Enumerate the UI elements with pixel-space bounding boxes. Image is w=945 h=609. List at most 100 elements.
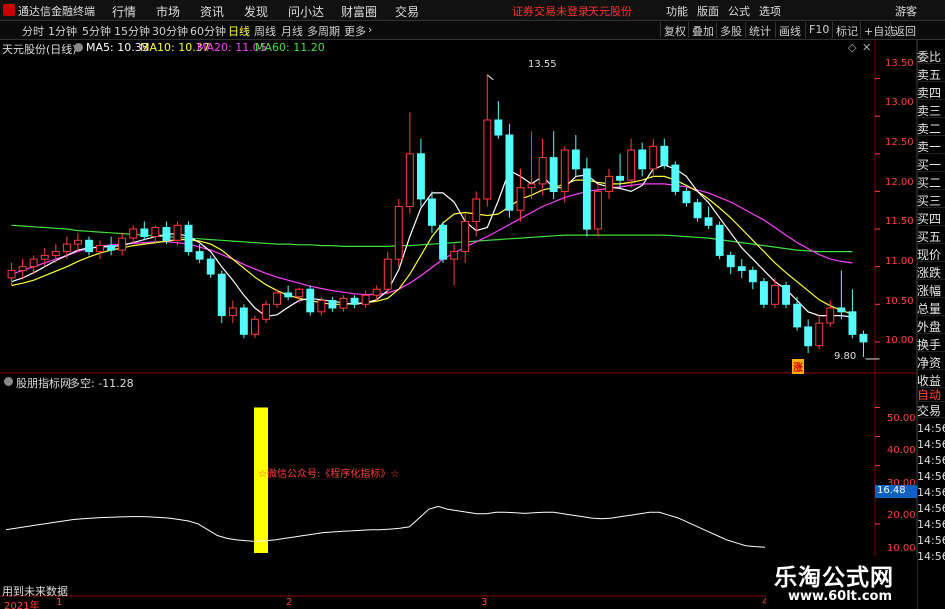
candle-down bbox=[184, 224, 193, 253]
f10-button[interactable]: F10 bbox=[805, 22, 832, 38]
indicator-tick: 40.00 bbox=[887, 445, 916, 456]
candle-up bbox=[483, 119, 492, 200]
ma10-line bbox=[11, 175, 853, 315]
candle-down bbox=[350, 297, 359, 305]
indicator-settings-icon[interactable] bbox=[4, 377, 13, 386]
candle-down bbox=[793, 303, 802, 328]
candle-up bbox=[173, 224, 182, 241]
quote-label-turnover: 换手 bbox=[917, 336, 945, 352]
close-panel-icon[interactable]: ✕ bbox=[862, 41, 871, 54]
candle-up bbox=[627, 149, 636, 181]
ma20-line bbox=[11, 183, 853, 296]
quote-label-ask4: 卖四 bbox=[917, 84, 945, 100]
candle-up bbox=[372, 288, 381, 296]
candle-down bbox=[239, 307, 248, 335]
period-30min[interactable]: 30分钟 bbox=[152, 23, 188, 39]
candle-down bbox=[715, 224, 724, 256]
menu-formula[interactable]: 公式 bbox=[728, 3, 750, 19]
indicator-yellow-bar bbox=[254, 407, 268, 553]
price-tick: 11.00 bbox=[885, 256, 914, 267]
menu-layout[interactable]: 版面 bbox=[697, 3, 719, 19]
watermark-main-text: 乐淘公式网 bbox=[774, 565, 894, 591]
menu-trade[interactable]: 交易 bbox=[395, 3, 419, 20]
candle-up bbox=[317, 300, 326, 313]
trade-label[interactable]: 交易 bbox=[917, 402, 945, 418]
period-daily[interactable]: 日线 bbox=[228, 23, 250, 39]
multi-stock-button[interactable]: 多股 bbox=[716, 22, 745, 38]
candle-up bbox=[560, 149, 569, 192]
candle-down bbox=[660, 145, 669, 166]
candle-down bbox=[682, 190, 691, 204]
draw-line-button[interactable]: 画线 bbox=[775, 22, 804, 38]
settings-diamond-icon[interactable]: ◇ bbox=[848, 41, 856, 54]
candle-down bbox=[748, 269, 757, 283]
candle-down bbox=[195, 251, 204, 260]
date-month-3: 3 bbox=[481, 597, 488, 608]
menu-function[interactable]: 功能 bbox=[666, 3, 688, 19]
candle-up bbox=[815, 322, 824, 347]
trade-time: 14:56 bbox=[917, 438, 945, 451]
period-monthly[interactable]: 月线 bbox=[281, 23, 303, 39]
ma-settings-icon[interactable] bbox=[74, 43, 83, 52]
candle-down bbox=[859, 333, 868, 343]
period-more[interactable]: 更多 bbox=[344, 23, 366, 39]
price-tick: 13.50 bbox=[885, 58, 914, 69]
period-5min[interactable]: 5分钟 bbox=[82, 23, 111, 39]
menu-quotes[interactable]: 行情 bbox=[112, 3, 136, 20]
candle-up bbox=[516, 187, 525, 211]
menu-news[interactable]: 资讯 bbox=[200, 3, 224, 20]
overlay-button[interactable]: 叠加 bbox=[688, 22, 717, 38]
guest-user[interactable]: 游客 bbox=[895, 3, 917, 19]
right-quote-panel: 委比 卖五 卖四 卖三 卖二 卖一 买一 买二 买三 买四 买五 现价 涨跌 涨… bbox=[917, 40, 945, 609]
candle-down bbox=[417, 153, 425, 200]
high-pointer bbox=[486, 74, 494, 81]
high-price-label: 13.55 bbox=[528, 59, 557, 70]
quote-label-ask1: 卖一 bbox=[917, 138, 945, 154]
candle-down bbox=[549, 157, 558, 193]
candle-up bbox=[96, 245, 104, 253]
period-multi[interactable]: 多周期 bbox=[307, 23, 340, 39]
period-weekly[interactable]: 周线 bbox=[254, 23, 276, 39]
stock-chart-title: 天元股份(日线) bbox=[2, 43, 77, 56]
watermark-url: www.60lt.com bbox=[788, 589, 893, 604]
menu-market[interactable]: 市场 bbox=[156, 3, 180, 20]
candle-up bbox=[251, 318, 259, 335]
candle-up bbox=[151, 227, 160, 237]
menu-options[interactable]: 选项 bbox=[759, 3, 781, 19]
candle-down bbox=[582, 168, 591, 230]
chevron-right-icon[interactable]: › bbox=[368, 23, 372, 36]
candle-down bbox=[162, 227, 171, 241]
indicator-tick: 10.00 bbox=[887, 543, 916, 554]
candle-up bbox=[273, 292, 282, 305]
quote-label-ask5: 卖五 bbox=[917, 66, 945, 82]
candle-down bbox=[571, 149, 580, 170]
quote-label-price: 现价 bbox=[917, 246, 945, 262]
period-1min[interactable]: 1分钟 bbox=[48, 23, 77, 39]
current-stock-name: 天元股份 bbox=[588, 5, 632, 18]
back-button[interactable]: 返回 bbox=[890, 22, 919, 38]
candle-up bbox=[129, 228, 138, 239]
stats-button[interactable]: 统计 bbox=[745, 22, 774, 38]
price-tick: 11.50 bbox=[885, 216, 914, 227]
kline-chart[interactable] bbox=[0, 0, 945, 609]
candle-down bbox=[638, 149, 647, 170]
auto-trade-label[interactable]: 自动 bbox=[917, 386, 945, 402]
candle-up bbox=[29, 258, 38, 268]
menu-bar: 通达信金融终端 行情 市场 资讯 发现 问小达 财富圈 交易 证券交易未登录 天… bbox=[0, 0, 945, 21]
candle-up bbox=[51, 251, 60, 256]
mark-button[interactable]: 标记 bbox=[832, 22, 861, 38]
trade-login-notice[interactable]: 证券交易未登录 bbox=[512, 3, 589, 19]
candle-up bbox=[339, 297, 348, 309]
period-60min[interactable]: 60分钟 bbox=[190, 23, 226, 39]
menu-wealth[interactable]: 财富圈 bbox=[341, 3, 377, 20]
ma5-line bbox=[11, 164, 853, 318]
limit-tag: 涨 bbox=[792, 359, 804, 374]
adjust-button[interactable]: 复权 bbox=[660, 22, 689, 38]
menu-discover[interactable]: 发现 bbox=[244, 3, 268, 20]
candle-down bbox=[704, 217, 713, 226]
period-intraday[interactable]: 分时 bbox=[22, 23, 44, 39]
period-15min[interactable]: 15分钟 bbox=[114, 23, 150, 39]
quote-label-bid5: 买五 bbox=[917, 228, 945, 244]
candle-up bbox=[405, 153, 414, 208]
menu-ask[interactable]: 问小达 bbox=[288, 3, 324, 20]
